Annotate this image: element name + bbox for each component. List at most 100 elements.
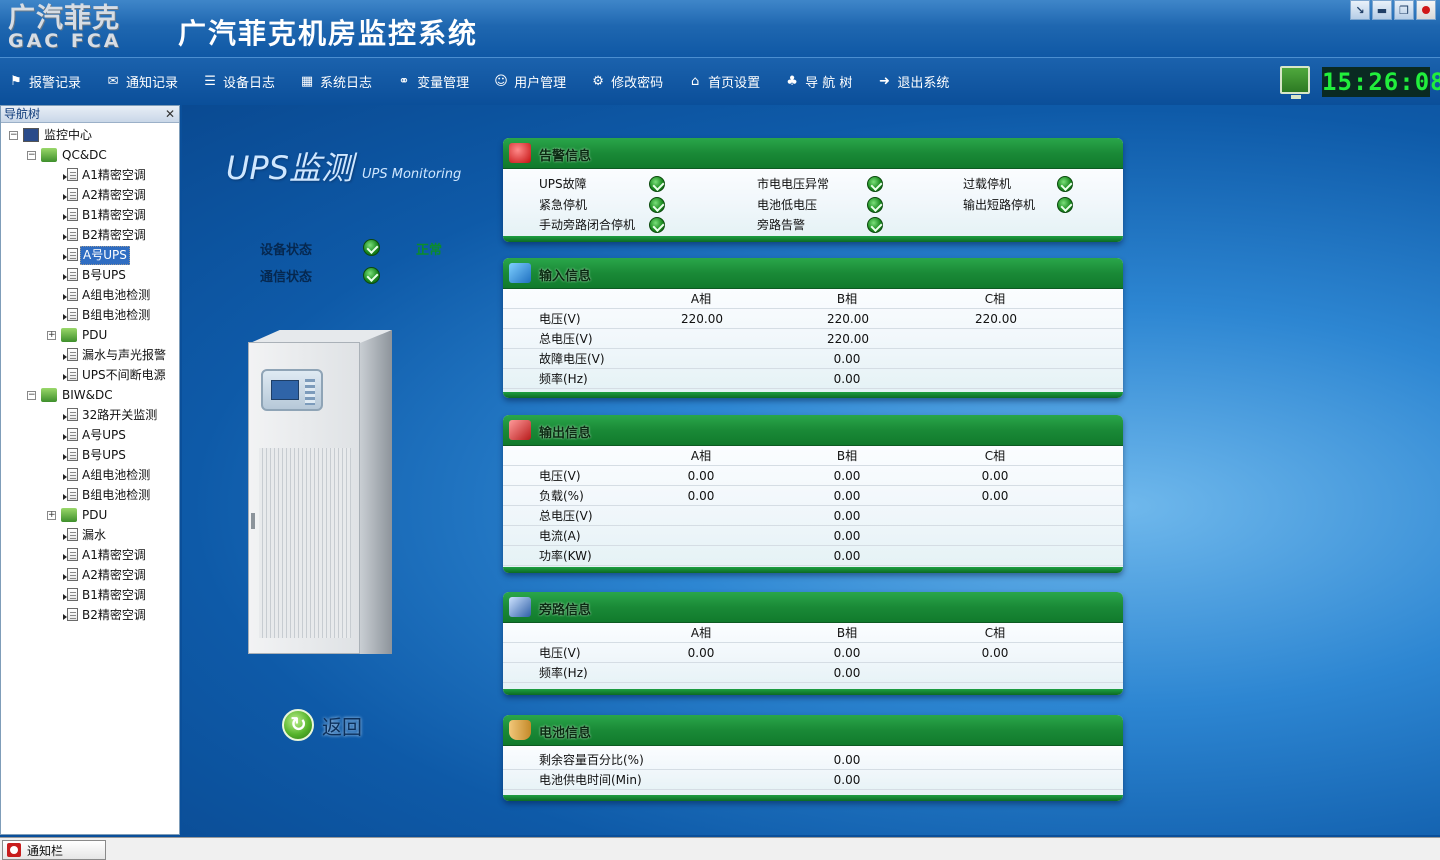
table-row: 故障电压(V) 0.00 xyxy=(503,349,1123,369)
tree-node[interactable]: A号UPS xyxy=(1,245,179,265)
navigation-tree-title: 导航树 xyxy=(4,107,41,121)
column-header: C相 xyxy=(984,292,1006,306)
tree-node[interactable]: + PDU xyxy=(1,505,179,525)
tree-node[interactable]: − BIW&DC xyxy=(1,385,179,405)
table-row: 功率(KW) 0.00 xyxy=(503,546,1123,566)
tree-node[interactable]: A1精密空调 xyxy=(1,545,179,565)
monitor-icon[interactable] xyxy=(1280,66,1310,99)
tree-node-label: A组电池检测 xyxy=(82,468,151,482)
document-icon xyxy=(63,368,78,381)
phase-c-value: 220.00 xyxy=(975,312,1017,326)
menu-item-6[interactable]: ⚙ 修改密码 xyxy=(590,72,663,91)
tree-node-label: A组电池检测 xyxy=(82,288,151,302)
output-table: A相 B相 C相 电压(V) 0.00 0.00 0.00 负载(%) 0.00 0.00 0.00… xyxy=(503,446,1123,567)
back-label: 返回 xyxy=(322,714,362,739)
tree-node-label: 监控中心 xyxy=(44,128,93,142)
main-menu: ⚑ 报警记录 ✉ 通知记录 ☰ 设备日志 ▦ 系统日志 ⚭ 变量管理 ☺ 用户管理 ⚙ 修改密码 ⌂ 首页设置… xyxy=(8,72,973,91)
navigation-tree: − 监控中心 − QC&DC A1精密空调 A2精密空调 B1精密空调 B2精密空调 A号UPS… xyxy=(1,123,179,625)
tree-expander-icon[interactable]: + xyxy=(47,331,56,340)
tree-node[interactable]: B1精密空调 xyxy=(1,205,179,225)
restore-down-icon[interactable]: ↘ xyxy=(1350,0,1370,20)
tree-node[interactable]: A2精密空调 xyxy=(1,565,179,585)
output-info-panel: 输出信息 A相 B相 C相 电压(V) 0.00 0.00 0.00 负载(%) 0.00 0.0… xyxy=(503,415,1123,573)
table-row: 电池供电时间(Min) 0.00 xyxy=(503,770,1123,790)
navigation-tree-header: 导航树 ✕ xyxy=(1,106,179,123)
tree-node[interactable]: 漏水与声光报警 xyxy=(1,345,179,365)
document-icon xyxy=(63,168,78,181)
column-header: B相 xyxy=(836,449,858,463)
tree-node[interactable]: 漏水 xyxy=(1,525,179,545)
column-header: A相 xyxy=(690,626,712,640)
minimize-icon[interactable]: ▬ xyxy=(1372,0,1392,20)
menu-item-7[interactable]: ⌂ 首页设置 xyxy=(687,72,760,91)
menu-item-label: 首页设置 xyxy=(708,76,761,91)
tree-icon: ♣ xyxy=(786,73,798,89)
page-title: UPS监测 xyxy=(226,149,354,187)
input-info-panel: 输入信息 A相 B相 C相 电压(V) 220.00 220.00 220.00 总电压(V)… xyxy=(503,258,1123,398)
document-icon xyxy=(63,448,78,461)
row-label: 负载(%) xyxy=(539,489,584,503)
notification-tab[interactable]: 通知栏 xyxy=(2,840,106,860)
column-header: B相 xyxy=(836,292,858,306)
menu-item-2[interactable]: ☰ 设备日志 xyxy=(202,72,275,91)
document-icon xyxy=(63,288,78,301)
menu-item-5[interactable]: ☺ 用户管理 xyxy=(493,72,566,91)
mail-icon: ✉ xyxy=(107,73,119,89)
tree-node[interactable]: − QC&DC xyxy=(1,145,179,165)
phase-b-value: 0.00 xyxy=(833,773,861,787)
phase-b-value: 220.00 xyxy=(827,332,869,346)
menu-item-9[interactable]: ➜ 退出系统 xyxy=(876,72,949,91)
tree-node[interactable]: B号UPS xyxy=(1,265,179,285)
phase-b-value: 0.00 xyxy=(833,666,861,680)
tree-expander-icon[interactable]: + xyxy=(47,511,56,520)
tree-node[interactable]: A号UPS xyxy=(1,425,179,445)
alarm-list: UPS故障 市电电压异常 过载停机 紧急停机 电池低电压 输出短路停机 手动旁路闭合停机 旁路… xyxy=(503,169,1123,236)
alarm-item-label: 电池低电压 xyxy=(757,197,818,212)
tree-node[interactable]: B1精密空调 xyxy=(1,585,179,605)
navigation-tree-panel: 导航树 ✕ − 监控中心 − QC&DC A1精密空调 A2精密空调 B1精密空调 B2精密空… xyxy=(0,105,180,835)
menu-item-label: 系统日志 xyxy=(320,76,373,91)
close-icon[interactable]: ✕ xyxy=(165,106,175,122)
menu-item-3[interactable]: ▦ 系统日志 xyxy=(299,72,372,91)
row-label: 总电压(V) xyxy=(539,509,593,523)
alarm-item-label: 过载停机 xyxy=(963,177,1012,191)
tree-node[interactable]: B组电池检测 xyxy=(1,305,179,325)
row-label: 功率(KW) xyxy=(539,549,592,563)
tree-expander-icon[interactable]: − xyxy=(27,151,36,160)
row-label: 电池供电时间(Min) xyxy=(539,773,642,787)
tree-node[interactable]: A组电池检测 xyxy=(1,465,179,485)
tree-node-label: BIW&DC xyxy=(62,388,113,402)
tree-node[interactable]: A2精密空调 xyxy=(1,185,179,205)
menu-item-4[interactable]: ⚭ 变量管理 xyxy=(396,72,469,91)
tree-node[interactable]: B2精密空调 xyxy=(1,225,179,245)
table-row: 频率(Hz) 0.00 xyxy=(503,369,1123,389)
menu-item-label: 导 航 树 xyxy=(805,76,853,91)
tree-node[interactable]: A1精密空调 xyxy=(1,165,179,185)
table-row: 剩余容量百分比(%) 0.00 xyxy=(503,750,1123,770)
tree-node[interactable]: − 监控中心 xyxy=(1,125,179,145)
tree-node[interactable]: B组电池检测 xyxy=(1,485,179,505)
tree-expander-icon[interactable]: − xyxy=(27,391,36,400)
tree-node-label: A1精密空调 xyxy=(82,168,146,182)
table-header-row: A相 B相 C相 xyxy=(503,446,1123,466)
calendar-icon: ▦ xyxy=(300,73,314,89)
tree-expander-icon[interactable]: − xyxy=(9,131,18,140)
menu-item-8[interactable]: ♣ 导 航 树 xyxy=(784,72,852,91)
document-icon xyxy=(63,208,78,221)
tree-node[interactable]: B号UPS xyxy=(1,445,179,465)
ups-monitor-view: UPS监测 UPS Monitoring 设备状态 正常 通信状态 返回 告警信… xyxy=(182,105,1440,835)
tree-node[interactable]: B2精密空调 xyxy=(1,605,179,625)
tree-node[interactable]: + PDU xyxy=(1,325,179,345)
menu-item-1[interactable]: ✉ 通知记录 xyxy=(105,72,178,91)
tree-node[interactable]: UPS不间断电源 xyxy=(1,365,179,385)
ok-status-icon xyxy=(649,217,665,233)
back-button[interactable]: 返回 xyxy=(282,709,362,741)
menu-item-0[interactable]: ⚑ 报警记录 xyxy=(8,72,81,91)
tree-node[interactable]: A组电池检测 xyxy=(1,285,179,305)
maximize-icon[interactable]: ❐ xyxy=(1394,0,1414,20)
alarm-panel: 告警信息 UPS故障 市电电压异常 过载停机 紧急停机 电池低电压 输出短路停机 手动旁路闭… xyxy=(503,138,1123,242)
close-icon[interactable] xyxy=(1416,0,1436,20)
ok-status-icon xyxy=(867,176,883,192)
row-label: 频率(Hz) xyxy=(539,372,588,386)
tree-node[interactable]: 32路开关监测 xyxy=(1,405,179,425)
